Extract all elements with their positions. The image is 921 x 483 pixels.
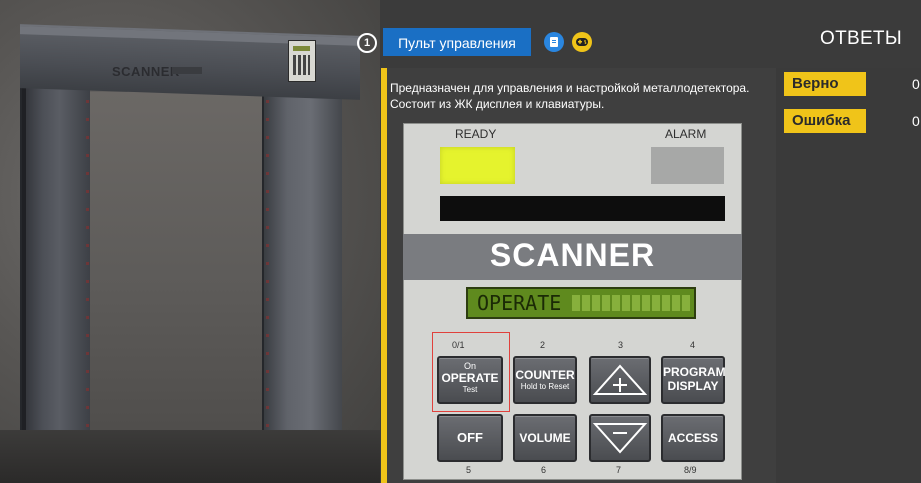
description-text: Предназначен для управления и настройкой… bbox=[390, 81, 750, 111]
access-key[interactable]: ACCESS bbox=[661, 414, 725, 462]
lcd-text: OPERATE bbox=[477, 291, 562, 315]
key-line: OFF bbox=[457, 430, 483, 445]
key-highlight-frame bbox=[432, 332, 510, 412]
tab-control-panel[interactable]: Пульт управления bbox=[383, 28, 531, 56]
key-line: Hold to Reset bbox=[520, 382, 570, 391]
answers-title: ОТВЕТЫ bbox=[820, 28, 902, 49]
step-number-badge: 1 bbox=[357, 33, 377, 53]
key-number: 8/9 bbox=[684, 465, 697, 475]
minus-icon bbox=[592, 423, 648, 454]
detector-left-pillar bbox=[20, 40, 90, 483]
mini-keypad bbox=[293, 55, 310, 75]
metal-detector-3d-view[interactable]: SCANNER bbox=[0, 0, 380, 483]
score-error-value: 0 bbox=[912, 113, 920, 129]
alarm-label: ALARM bbox=[665, 127, 707, 141]
minus-key[interactable] bbox=[589, 414, 651, 462]
ready-label: READY bbox=[455, 127, 497, 141]
off-key[interactable]: OFF bbox=[437, 414, 503, 462]
gamepad-icon[interactable] bbox=[572, 32, 592, 52]
key-line: VOLUME bbox=[519, 431, 571, 445]
key-number: 2 bbox=[540, 340, 546, 350]
score-correct-label: Верно bbox=[784, 72, 866, 96]
key-number: 3 bbox=[618, 340, 624, 350]
detector-logo: SCANNER bbox=[112, 64, 180, 79]
led-strip-right bbox=[266, 100, 269, 460]
key-number: 6 bbox=[541, 465, 547, 475]
mini-lcd bbox=[293, 46, 310, 51]
key-line: COUNTER bbox=[515, 368, 575, 382]
score-error-label: Ошибка bbox=[784, 109, 866, 133]
detector-logo-sub bbox=[172, 67, 202, 74]
key-number: 5 bbox=[466, 465, 472, 475]
ready-indicator-light bbox=[440, 147, 515, 184]
plus-icon bbox=[592, 364, 648, 395]
program-display-key[interactable]: PROGRAM DISPLAY bbox=[661, 356, 726, 404]
alarm-indicator-light bbox=[651, 147, 724, 184]
key-line: DISPLAY bbox=[667, 379, 719, 393]
counter-key[interactable]: COUNTER Hold to Reset bbox=[513, 356, 577, 404]
detector-control-panel-mini[interactable] bbox=[288, 40, 316, 82]
detector-passage bbox=[88, 92, 262, 483]
floor bbox=[0, 430, 380, 483]
lcd-empty-cells bbox=[572, 295, 690, 311]
key-line: ACCESS bbox=[667, 431, 718, 445]
volume-key[interactable]: VOLUME bbox=[513, 414, 577, 462]
brand-logo: SCANNER bbox=[489, 237, 656, 273]
key-number: 7 bbox=[616, 465, 622, 475]
score-correct-value: 0 bbox=[912, 76, 920, 92]
signal-bar bbox=[440, 196, 725, 221]
key-line: PROGRAM bbox=[663, 365, 726, 379]
detector-right-pillar bbox=[262, 45, 342, 483]
led-strip-left bbox=[86, 100, 89, 460]
plus-key[interactable] bbox=[589, 356, 651, 404]
key-number: 4 bbox=[690, 340, 696, 350]
pillar-edge bbox=[22, 40, 26, 483]
document-icon[interactable] bbox=[544, 32, 564, 52]
